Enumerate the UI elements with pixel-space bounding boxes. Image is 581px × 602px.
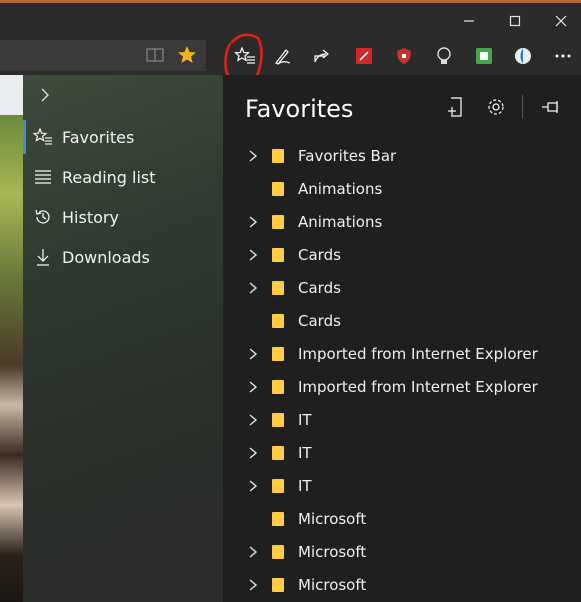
favorites-folder-item[interactable]: Cards (223, 305, 581, 338)
printer-icon[interactable] (471, 43, 497, 69)
favorites-pane: Favorites Favorites Bar Animations Animati… (223, 75, 581, 602)
nav-item-label: History (62, 207, 119, 227)
lightbulb-icon[interactable] (431, 43, 457, 69)
title-bar (0, 0, 581, 37)
favorites-folder-item[interactable]: Imported from Internet Explorer (223, 371, 581, 404)
folder-name: Animations (298, 213, 383, 231)
address-bar[interactable] (0, 40, 206, 71)
folder-icon (272, 347, 284, 361)
download-icon (33, 247, 53, 267)
favorites-folder-item[interactable]: Imported from Internet Explorer (223, 338, 581, 371)
chevron-right-icon[interactable] (245, 214, 261, 230)
pen-icon[interactable] (270, 43, 296, 69)
folder-icon (272, 512, 284, 526)
folder-name: IT (298, 411, 312, 429)
folder-icon (272, 413, 284, 427)
folder-icon (272, 281, 284, 295)
chevron-right-icon[interactable] (245, 346, 261, 362)
chevron-right-icon[interactable] (245, 379, 261, 395)
star-icon[interactable] (174, 42, 200, 68)
more-icon[interactable] (550, 43, 576, 69)
nav-item-reading-list[interactable]: Reading list (23, 160, 223, 194)
chevron-right-icon[interactable] (245, 577, 261, 593)
folder-name: Cards (298, 279, 341, 297)
favorites-folder-item[interactable]: Microsoft (223, 569, 581, 602)
folder-name: Microsoft (298, 510, 367, 528)
nav-item-label: Downloads (62, 247, 150, 267)
folder-name: Imported from Internet Explorer (298, 345, 538, 363)
folder-name: Microsoft (298, 576, 367, 594)
folder-icon (272, 545, 284, 559)
folder-icon (272, 314, 284, 328)
favorites-folder-item[interactable]: Cards (223, 239, 581, 272)
nav-item-favorites[interactable]: Favorites (23, 120, 223, 154)
close-icon[interactable] (546, 9, 576, 33)
favorites-folder-item[interactable]: IT (223, 470, 581, 503)
add-to-favorites-icon[interactable] (444, 95, 468, 119)
reading-view-icon[interactable] (142, 42, 168, 68)
folder-name: Microsoft (298, 543, 367, 561)
favorites-folder-item[interactable]: Microsoft (223, 503, 581, 536)
nav-item-downloads[interactable]: Downloads (23, 240, 223, 274)
folder-icon (272, 380, 284, 394)
favorites-folder-item[interactable]: IT (223, 404, 581, 437)
chevron-right-icon[interactable] (245, 247, 261, 263)
browser-toolbar (0, 37, 581, 75)
chevron-right-icon[interactable] (245, 478, 261, 494)
folder-name: Imported from Internet Explorer (298, 378, 538, 396)
history-icon (33, 207, 53, 227)
chevron-right-icon[interactable] (245, 148, 261, 164)
folder-icon (272, 578, 284, 592)
reading-list-icon (33, 167, 53, 187)
favorites-folder-item[interactable]: Favorites Bar (223, 140, 581, 173)
extension-red-icon[interactable] (351, 43, 377, 69)
hub-nav: Favorites Reading list History Downloads (23, 75, 223, 602)
folder-icon (272, 149, 284, 163)
folder-name: IT (298, 477, 312, 495)
folder-name: Cards (298, 246, 341, 264)
pin-icon[interactable] (539, 95, 563, 119)
chevron-right-icon[interactable] (245, 412, 261, 428)
page-content (0, 75, 24, 602)
folder-icon (272, 446, 284, 460)
favorites-folder-item[interactable]: IT (223, 437, 581, 470)
folder-icon (272, 479, 284, 493)
settings-icon[interactable] (484, 95, 508, 119)
favorites-folder-item[interactable]: Cards (223, 272, 581, 305)
maximize-icon[interactable] (500, 9, 530, 33)
folder-icon (272, 215, 284, 229)
folder-name: Favorites Bar (298, 147, 397, 165)
folder-icon (272, 248, 284, 262)
pane-title: Favorites (245, 95, 354, 123)
header-divider (522, 95, 523, 119)
folder-name: Animations (298, 180, 383, 198)
chevron-right-icon[interactable] (35, 85, 55, 105)
shield-icon[interactable] (391, 43, 417, 69)
folder-name: IT (298, 444, 312, 462)
nav-item-history[interactable]: History (23, 200, 223, 234)
chevron-right-icon[interactable] (245, 280, 261, 296)
share-icon[interactable] (309, 43, 335, 69)
minimize-icon[interactable] (454, 9, 484, 33)
chevron-right-icon[interactable] (245, 544, 261, 560)
nav-selection-indicator (23, 120, 26, 154)
folder-name: Cards (298, 312, 341, 330)
favorites-folder-item[interactable]: Microsoft (223, 536, 581, 569)
favorites-folder-item[interactable]: Animations (223, 206, 581, 239)
extension-globe-icon[interactable] (510, 43, 536, 69)
chevron-right-icon[interactable] (245, 445, 261, 461)
favorites-icon (33, 127, 53, 147)
folder-icon (272, 182, 284, 196)
nav-item-label: Favorites (62, 127, 135, 147)
favorites-folder-item[interactable]: Animations (223, 173, 581, 206)
nav-item-label: Reading list (62, 167, 156, 187)
